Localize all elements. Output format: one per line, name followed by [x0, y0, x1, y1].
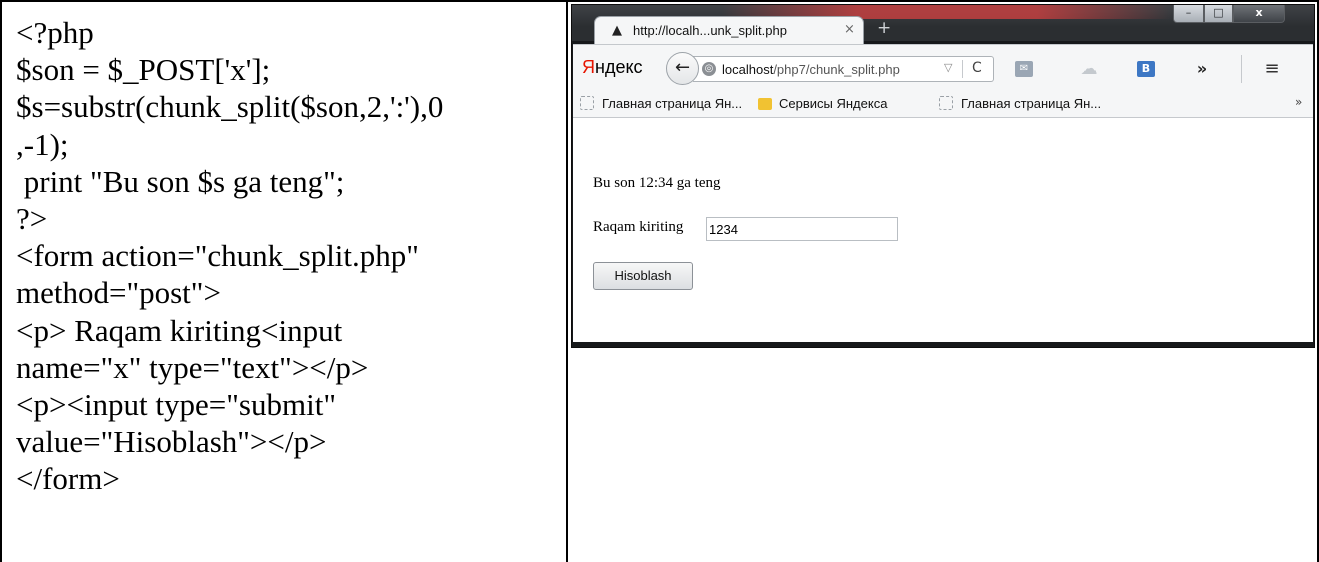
dotted-page-icon: [939, 96, 953, 110]
code-line: </form>: [16, 461, 120, 497]
bookmarks-toolbar: Главная страница Ян... Сервисы Яндекса Г…: [573, 91, 1313, 118]
url-separator: [962, 60, 963, 78]
page-content: Bu son 12:34 ga teng Raqam kiriting Hiso…: [573, 118, 1313, 342]
code-line: <p><input type="submit": [16, 386, 336, 422]
navigation-toolbar: Яндекс ◎ localhost/php7/chunk_split.php …: [573, 44, 1313, 91]
url-path: /php7/chunk_split.php: [773, 62, 900, 77]
bookmark-folder[interactable]: Сервисы Яндекса: [758, 96, 887, 111]
number-input[interactable]: [706, 217, 898, 241]
code-line: value="Hisoblash"></p>: [16, 424, 327, 460]
yandex-logo-rest: ндекс: [595, 57, 643, 77]
code-line: $s=substr(chunk_split($son,2,':'),0: [16, 89, 444, 125]
url-text[interactable]: localhost/php7/chunk_split.php: [722, 62, 900, 77]
toolbar-separator: [1241, 55, 1242, 83]
new-tab-icon[interactable]: +: [877, 18, 891, 38]
back-arrow-icon: ←: [674, 57, 691, 78]
hamburger-menu-icon[interactable]: ≡: [1263, 60, 1281, 78]
more-tools-icon[interactable]: »: [1193, 61, 1211, 77]
bookmark-item[interactable]: Главная страница Ян...: [580, 96, 742, 111]
url-host: localhost: [722, 62, 774, 77]
bookmark-item[interactable]: Главная страница Ян...: [939, 96, 1101, 111]
weather-icon[interactable]: ☁: [1080, 61, 1098, 78]
tab-title: http://localh...unk_split.php: [633, 23, 787, 38]
input-label: Raqam kiriting: [593, 219, 684, 235]
minimize-button[interactable]: –: [1173, 5, 1204, 23]
dotted-page-icon: [580, 96, 594, 110]
address-bar[interactable]: ◎ localhost/php7/chunk_split.php ▽ C: [693, 56, 994, 82]
code-line: method="post">: [16, 275, 221, 311]
code-line: ?>: [16, 200, 48, 236]
spy-hat-icon: ▲: [612, 23, 622, 38]
maximize-button[interactable]: □: [1204, 5, 1233, 23]
code-line: <p> Raqam kiriting<input: [16, 312, 343, 348]
yandex-logo[interactable]: Яндекс: [582, 57, 643, 78]
close-icon: x: [1255, 6, 1263, 19]
code-line: <?php: [16, 15, 94, 50]
result-text: Bu son 12:34 ga teng: [593, 175, 721, 191]
folder-icon: [758, 98, 772, 110]
bookmarks-overflow-icon[interactable]: »: [1295, 95, 1302, 109]
code-line: ,-1);: [16, 126, 69, 162]
url-history-dropdown-icon[interactable]: ▽: [944, 61, 952, 74]
tab-close-icon[interactable]: ×: [844, 22, 855, 37]
globe-icon: ◎: [702, 62, 716, 76]
browser-tab[interactable]: ▲ http://localh...unk_split.php ×: [594, 16, 864, 44]
mail-icon[interactable]: ✉: [1015, 61, 1033, 77]
back-button[interactable]: ←: [666, 52, 699, 85]
php-code-listing: <?php $son = $_POST['x']; $s=substr(chun…: [16, 14, 556, 497]
code-line: $son = $_POST['x'];: [16, 52, 271, 88]
extension-b-icon[interactable]: B: [1137, 61, 1155, 77]
maximize-icon: □: [1213, 6, 1224, 19]
close-window-button[interactable]: x: [1233, 5, 1285, 23]
bookmark-label: Сервисы Яндекса: [779, 96, 888, 111]
bookmark-label: Главная страница Ян...: [602, 96, 743, 111]
minimize-icon: –: [1185, 6, 1192, 19]
reload-icon[interactable]: C: [972, 60, 982, 76]
code-line: print "Bu son $s ga teng";: [16, 163, 345, 199]
table-column-divider: [566, 0, 568, 562]
code-line: name="x" type="text"></p>: [16, 349, 369, 385]
browser-window: – □ x ▲ http://localh...unk_split.php × …: [571, 4, 1315, 348]
bookmark-label: Главная страница Ян...: [961, 96, 1102, 111]
submit-button[interactable]: Hisoblash: [593, 262, 693, 290]
code-line: <form action="chunk_split.php": [16, 238, 419, 274]
yandex-logo-first-letter: Я: [582, 57, 595, 77]
